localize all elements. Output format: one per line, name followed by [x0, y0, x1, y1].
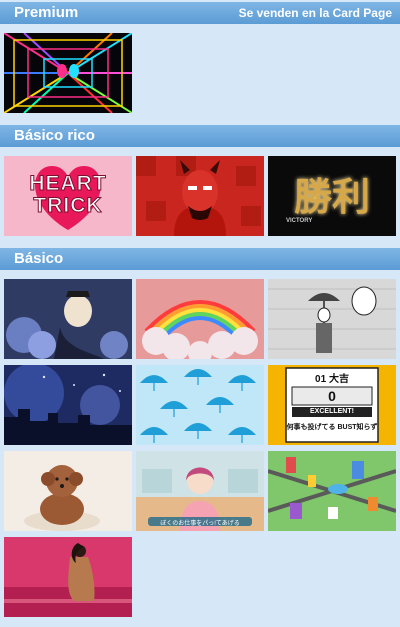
theme-thumbnail-neon-grid[interactable]	[4, 33, 132, 113]
sunset-woman-image	[4, 537, 132, 617]
theme-thumbnail-blue-umbrellas[interactable]	[136, 365, 264, 445]
blue-umbrellas-image	[136, 365, 264, 445]
night-city-image	[4, 365, 132, 445]
card-page-note[interactable]: Se venden en la Card Page	[239, 6, 392, 20]
section-header-basico: Básico	[0, 248, 400, 270]
section-header-premium: Premium Se venden en la Card Page	[0, 2, 400, 24]
theme-thumbnail-isometric-city[interactable]	[268, 451, 396, 531]
theme-thumbnail-scoreboard[interactable]: 01 大吉 0 EXCELLENT! 何事も投げてる BUST知らず	[268, 365, 396, 445]
theme-thumbnail-sunset-woman[interactable]	[4, 537, 132, 617]
heart-trick-line2: TRICK	[33, 194, 103, 218]
section-title: Básico rico	[14, 127, 95, 144]
theme-thumbnail-manga-umbrella[interactable]	[268, 279, 396, 359]
section-header-basico-rico: Básico rico	[0, 125, 400, 147]
theme-thumbnail-kabuki[interactable]	[4, 279, 132, 359]
theme-thumbnail-night-city[interactable]	[4, 365, 132, 445]
victory-kanji: 勝利	[293, 174, 370, 219]
scoreboard-top: 01 大吉	[315, 374, 349, 385]
section-title: Básico	[14, 250, 64, 267]
rainbow-clouds-image	[136, 279, 264, 359]
scoreboard-label: EXCELLENT!	[310, 408, 354, 415]
theme-thumbnail-red-demon[interactable]	[136, 156, 264, 236]
heart-trick-line1: HEART	[29, 172, 107, 196]
scoreboard-score: 0	[328, 388, 336, 404]
theme-thumbnail-anime-girl[interactable]: ぼくのお仕事をパっ!てあげる	[136, 451, 264, 531]
victory-latin: VICTORY	[286, 218, 313, 224]
neon-grid-image	[4, 33, 132, 113]
section-title: Premium	[14, 4, 79, 21]
red-demon-image	[136, 156, 264, 236]
theme-thumbnail-puppy[interactable]	[4, 451, 132, 531]
puppy-image	[4, 451, 132, 531]
theme-thumbnail-heart-trick[interactable]: HEART TRICK	[4, 156, 132, 236]
theme-thumbnail-victory[interactable]: 勝利 VICTORY	[268, 156, 396, 236]
scoreboard-bottom: 何事も投げてる BUST知らず	[286, 424, 378, 431]
manga-umbrella-image	[268, 279, 396, 359]
anime-caption: ぼくのお仕事をパっ!てあげる	[160, 521, 240, 527]
kabuki-image	[4, 279, 132, 359]
isometric-city-image	[268, 451, 396, 531]
theme-thumbnail-rainbow-clouds[interactable]	[136, 279, 264, 359]
